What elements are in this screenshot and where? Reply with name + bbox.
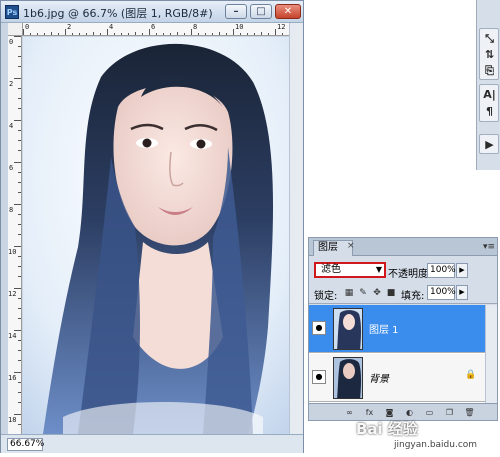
- vertical-ruler[interactable]: 0 2 4 6 8 10 12 14 16 18: [8, 36, 22, 434]
- layer-thumbnail: [333, 357, 363, 399]
- close-button[interactable]: ✕: [275, 4, 301, 19]
- eye-icon[interactable]: ●: [312, 370, 326, 384]
- lock-icon: 🔒: [465, 370, 477, 380]
- photoshop-icon: Ps: [5, 5, 19, 19]
- horizontal-ruler[interactable]: 0 2 4 6 8 10 12: [23, 23, 289, 36]
- ruler-corner[interactable]: [8, 23, 23, 36]
- ruler-h-label: 10: [235, 23, 244, 31]
- layers-list: ● 图层 1 ● 背景 🔒: [309, 305, 497, 403]
- fill-field[interactable]: 100%: [427, 285, 456, 300]
- zoom-field[interactable]: 66.67%: [7, 438, 44, 451]
- link-layers-icon[interactable]: ∞: [343, 407, 356, 418]
- layers-scrollbar[interactable]: [485, 305, 497, 403]
- layer-row[interactable]: ● 背景 🔒: [309, 354, 485, 402]
- panel-menu-icon[interactable]: ▾≡: [483, 242, 495, 252]
- ruler-h-label: 2: [67, 23, 72, 31]
- watermark-url: jingyan.baidu.com: [394, 440, 478, 450]
- opacity-field[interactable]: 100%: [427, 263, 456, 278]
- opacity-slider-toggle[interactable]: ▶: [456, 263, 468, 278]
- ruler-h-label: 12: [277, 23, 286, 31]
- ruler-v-label: 0: [9, 38, 14, 46]
- lock-all-icon[interactable]: ■: [385, 287, 397, 299]
- document-window: Ps 1b6.jpg @ 66.7% (图层 1, RGB/8#) – □ ✕ …: [0, 0, 304, 453]
- blend-mode-value: 滤色: [321, 264, 341, 275]
- layer-mask-icon[interactable]: ◙: [383, 407, 396, 418]
- tool-group-2: A| ¶: [479, 84, 499, 122]
- ruler-v-label: 16: [8, 374, 17, 382]
- character-icon[interactable]: A|: [482, 87, 497, 102]
- document-titlebar[interactable]: Ps 1b6.jpg @ 66.7% (图层 1, RGB/8#) – □ ✕: [1, 1, 303, 23]
- new-layer-icon[interactable]: ❐: [443, 407, 456, 418]
- close-icon[interactable]: ×: [347, 241, 355, 251]
- ruler-h-label: 4: [109, 23, 114, 31]
- ruler-v-label: 6: [9, 164, 14, 172]
- lock-row: 锁定: ▦ ✎ ✥ ■ 填充: 100% ▶: [309, 284, 497, 304]
- layer-name: 背景: [369, 374, 389, 385]
- ruler-v-label: 8: [9, 206, 14, 214]
- opacity-label: 不透明度:: [388, 269, 432, 280]
- eye-icon[interactable]: ●: [312, 321, 326, 335]
- ruler-v-label: 4: [9, 122, 14, 130]
- layer-row[interactable]: ● 图层 1: [309, 305, 485, 353]
- document-scrollbar[interactable]: [289, 23, 303, 434]
- layer-name: 图层 1: [369, 325, 399, 336]
- ruler-h-label: 6: [151, 23, 156, 31]
- ruler-v-label: 12: [8, 290, 17, 298]
- ruler-v-label: 14: [8, 332, 17, 340]
- ruler-v-label: 18: [8, 416, 17, 424]
- status-bar: 66.67%: [1, 434, 303, 453]
- document-title: 1b6.jpg @ 66.7% (图层 1, RGB/8#): [23, 7, 213, 20]
- ruler-v-label: 2: [9, 80, 14, 88]
- panel-tabbar: 图层 × ▾≡: [309, 238, 497, 256]
- tool-group-3: ▶: [479, 134, 499, 154]
- tab-layers[interactable]: 图层 ×: [313, 240, 355, 256]
- history-icon[interactable]: ⇅: [482, 47, 497, 62]
- tool-strip: ⤡ ⇅ ⎘ A| ¶ ▶: [476, 0, 500, 170]
- delete-layer-icon[interactable]: 🗑: [463, 407, 476, 418]
- clone-source-icon[interactable]: ⎘: [482, 63, 497, 78]
- fill-label: 填充:: [401, 291, 425, 302]
- actions-icon[interactable]: ▶: [482, 137, 497, 152]
- canvas-photo[interactable]: [23, 37, 289, 434]
- fill-slider-toggle[interactable]: ▶: [456, 285, 468, 300]
- layer-thumbnail: [333, 308, 363, 350]
- lock-pixels-icon[interactable]: ✎: [357, 287, 369, 299]
- blend-row: 滤色 ▼ 不透明度: 100% ▶: [309, 260, 497, 282]
- lock-label: 锁定:: [314, 291, 338, 302]
- ruler-h-label: 8: [193, 23, 198, 31]
- lock-transparency-icon[interactable]: ▦: [343, 287, 355, 299]
- layers-panel: 图层 × ▾≡ 滤色 ▼ 不透明度: 100% ▶ 锁定: ▦ ✎ ✥ ■ 填充…: [308, 237, 498, 421]
- ruler-v-label: 10: [8, 248, 17, 256]
- tool-group-1: ⤡ ⇅ ⎘: [479, 28, 499, 80]
- navigator-icon[interactable]: ⤡: [482, 31, 497, 46]
- tab-layers-label: 图层: [318, 242, 338, 253]
- lock-position-icon[interactable]: ✥: [371, 287, 383, 299]
- paragraph-icon[interactable]: ¶: [482, 104, 497, 119]
- maximize-button[interactable]: □: [250, 4, 272, 19]
- adjustment-layer-icon[interactable]: ◐: [403, 407, 416, 418]
- blend-mode-select[interactable]: 滤色 ▼: [314, 262, 386, 278]
- new-group-icon[interactable]: ▭: [423, 407, 436, 418]
- ruler-h-label: 0: [25, 23, 30, 31]
- watermark-brand: Bai 经验: [356, 420, 418, 438]
- layer-style-icon[interactable]: fx: [363, 407, 376, 418]
- chevron-down-icon: ▼: [375, 265, 382, 274]
- minimize-button[interactable]: –: [225, 4, 247, 19]
